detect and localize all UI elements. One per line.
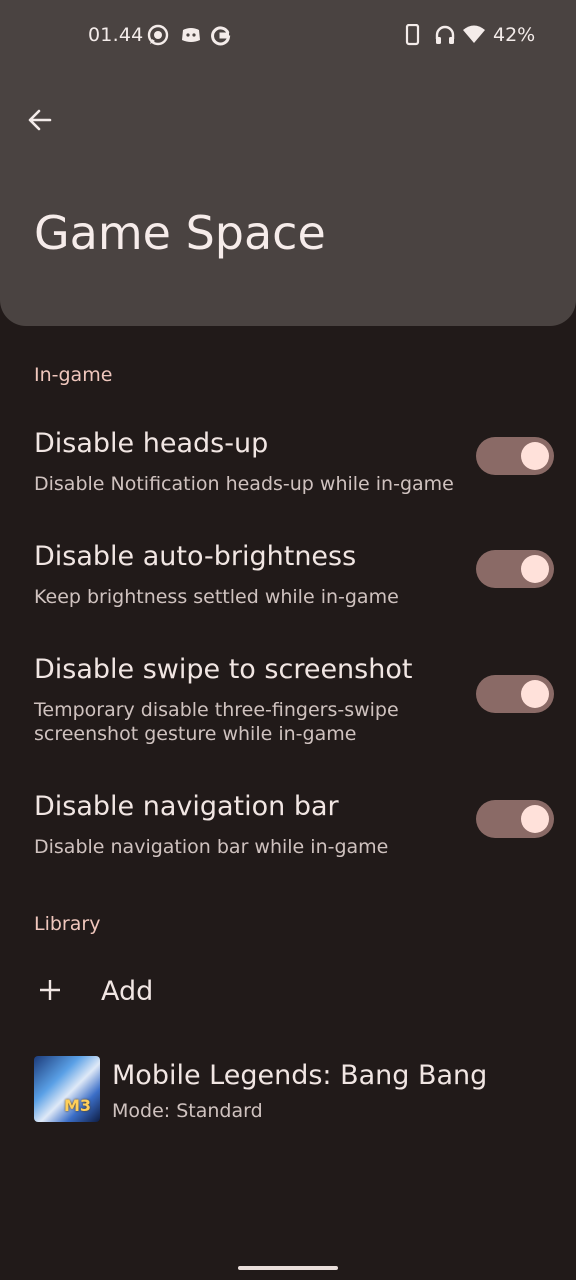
toggle-knob xyxy=(521,442,549,470)
gesture-navigation-handle[interactable] xyxy=(238,1266,338,1270)
google-icon xyxy=(210,24,232,51)
setting-title: Disable auto-brightness xyxy=(34,541,357,572)
toggle-switch-navigation-bar[interactable] xyxy=(476,800,554,838)
setting-subtitle: Temporary disable three-fingers-swipe sc… xyxy=(34,699,399,745)
setting-subtitle: Disable Notification heads-up while in-g… xyxy=(34,473,454,495)
setting-subtitle: Keep brightness settled while in-game xyxy=(34,586,399,608)
app-bar: 01.44 42% Game Space xyxy=(0,0,576,326)
section-label-library: Library xyxy=(34,913,101,935)
wifi-icon xyxy=(462,24,486,51)
toggle-switch-heads-up[interactable] xyxy=(476,437,554,475)
setting-title: Disable heads-up xyxy=(34,428,269,459)
status-time: 01.44 xyxy=(88,24,144,46)
phone-icon xyxy=(404,23,422,51)
arrow-back-icon xyxy=(28,109,52,131)
add-label: Add xyxy=(101,976,154,1007)
add-game-button[interactable]: Add xyxy=(0,972,576,1016)
game-icon-text: M3 xyxy=(64,1096,92,1115)
setting-title: Disable swipe to screenshot xyxy=(34,654,413,685)
battery-level: 42% xyxy=(493,24,536,46)
toggle-switch-auto-brightness[interactable] xyxy=(476,550,554,588)
setting-subtitle: Disable navigation bar while in-game xyxy=(34,836,389,858)
toggle-knob xyxy=(521,555,549,583)
headphones-icon xyxy=(434,24,456,51)
game-icon: M3 xyxy=(34,1056,100,1122)
game-mode: Mode: Standard xyxy=(112,1100,263,1122)
discord-icon xyxy=(180,24,202,51)
section-label-in-game: In-game xyxy=(34,364,113,386)
game-name: Mobile Legends: Bang Bang xyxy=(112,1060,488,1091)
back-button[interactable] xyxy=(24,104,56,136)
page-title: Game Space xyxy=(34,206,326,260)
toggle-knob xyxy=(521,680,549,708)
whatsapp-icon xyxy=(147,24,169,51)
setting-title: Disable navigation bar xyxy=(34,791,339,822)
status-bar: 01.44 42% xyxy=(0,20,576,52)
toggle-knob xyxy=(521,805,549,833)
library-item-mobile-legends[interactable]: M3 Mobile Legends: Bang Bang Mode: Stand… xyxy=(0,1056,576,1126)
toggle-switch-swipe-screenshot[interactable] xyxy=(476,675,554,713)
plus-icon xyxy=(38,978,62,1002)
